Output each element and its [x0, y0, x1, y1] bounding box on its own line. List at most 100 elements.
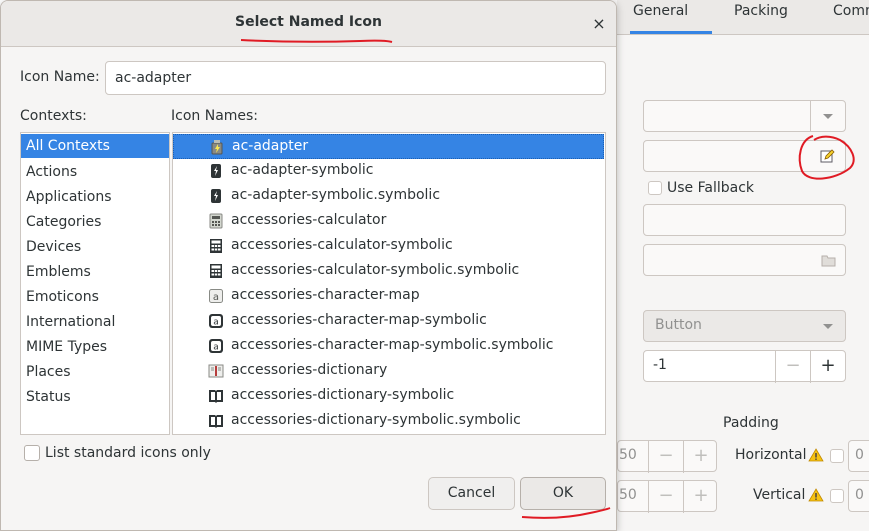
use-fallback-label: Use Fallback [667, 180, 755, 196]
context-item[interactable]: International [21, 310, 169, 334]
icon-list-row[interactable]: accessories-dictionary [173, 359, 604, 384]
padding-bottom-spin[interactable]: 50 − + [617, 480, 718, 513]
calculator-symbolic-icon [208, 263, 224, 279]
icon-name-input[interactable]: ac-adapter [105, 61, 606, 95]
dialog-title: Select Named Icon [235, 14, 382, 30]
icon-name-text: ac-adapter-symbolic.symbolic [231, 187, 441, 203]
horizontal-spin[interactable]: 0 [848, 440, 869, 472]
close-button[interactable]: × [587, 13, 611, 35]
ok-button[interactable]: OK [520, 477, 606, 510]
tab-general[interactable]: General [633, 3, 688, 19]
cancel-button[interactable]: Cancel [428, 477, 515, 510]
dictionary-symbolic-icon [208, 388, 224, 404]
select-named-icon-dialog: Select Named Icon × Icon Name: ac-adapte… [0, 0, 617, 531]
character-map-symbolic-icon: a [208, 338, 224, 354]
padding-top-value: 50 [619, 447, 637, 463]
button-type-value: Button [655, 317, 702, 333]
plus-button[interactable]: + [683, 441, 718, 473]
spin-value: -1 [653, 357, 667, 373]
warning-icon [808, 488, 824, 502]
context-item[interactable]: Actions [21, 160, 169, 184]
plus-button[interactable]: + [683, 481, 718, 513]
tab-common[interactable]: Comm [833, 3, 869, 19]
battery-symbolic-icon [208, 188, 224, 204]
icon-list-row[interactable]: accessories-calculator-symbolic [173, 234, 604, 259]
icon-name-text: ac-adapter [232, 138, 309, 154]
context-item[interactable]: Applications [21, 185, 169, 209]
calculator-icon [208, 213, 224, 229]
icon-name-text: accessories-calculator-symbolic.symbolic [231, 262, 520, 278]
warning-icon [808, 448, 824, 462]
context-item[interactable]: Emblems [21, 260, 169, 284]
ac-adapter-icon [209, 139, 225, 155]
icon-list-row[interactable]: a accessories-character-map [173, 284, 604, 309]
character-map-symbolic-icon: a [208, 313, 224, 329]
icon-list-row[interactable]: a accessories-character-map-symbolic [173, 309, 604, 334]
icon-name-text: accessories-calculator-symbolic [231, 237, 453, 253]
icon-name-text: ac-adapter-symbolic [231, 162, 374, 178]
folder-icon[interactable] [821, 254, 836, 267]
context-item[interactable]: Devices [21, 235, 169, 259]
calculator-symbolic-icon [208, 238, 224, 254]
edit-icon[interactable] [820, 148, 836, 164]
icon-names-label: Icon Names: [171, 108, 259, 124]
icon-name-text: accessories-character-map-symbolic [231, 312, 487, 328]
background-tab-bar: General Packing Comm [617, 0, 869, 35]
context-item[interactable]: Emoticons [21, 285, 169, 309]
vertical-checkbox[interactable] [830, 489, 844, 503]
horizontal-checkbox[interactable] [830, 449, 844, 463]
context-item[interactable]: Categories [21, 210, 169, 234]
icon-list-row[interactable]: accessories-dictionary-symbolic.symbolic [173, 409, 604, 434]
contexts-label: Contexts: [20, 108, 87, 124]
padding-label: Padding [723, 415, 779, 431]
icon-name-text: accessories-calculator [231, 212, 387, 228]
icon-name-text: accessories-character-map-symbolic.symbo… [231, 337, 554, 353]
battery-symbolic-icon [208, 163, 224, 179]
icon-list-row[interactable]: ac-adapter-symbolic [173, 159, 604, 184]
padding-bottom-value: 50 [619, 487, 637, 503]
plus-button[interactable]: + [810, 351, 845, 383]
list-standard-icons-checkbox[interactable] [24, 445, 40, 461]
combo-divider [810, 101, 811, 131]
icon-list-row[interactable]: a accessories-character-map-symbolic.symb… [173, 334, 604, 359]
background-text-field[interactable] [643, 204, 846, 236]
dialog-titlebar: Select Named Icon × [1, 1, 616, 47]
dictionary-symbolic-icon [208, 413, 224, 429]
minus-button[interactable]: − [775, 351, 810, 383]
minus-button[interactable]: − [648, 481, 683, 513]
list-standard-icons-label: List standard icons only [45, 445, 211, 461]
chevron-down-icon [823, 114, 833, 119]
icon-names-list[interactable]: ac-adapter ac-adapter-symbolic ac-adapter-… [172, 132, 606, 435]
context-item[interactable]: MIME Types [21, 335, 169, 359]
active-tab-indicator [630, 31, 712, 34]
svg-text:a: a [213, 292, 219, 303]
contexts-list[interactable]: All Contexts Actions Applications Categorie… [20, 132, 170, 435]
icon-list-row[interactable]: accessories-calculator [173, 209, 604, 234]
horizontal-label: Horizontal [735, 447, 807, 463]
context-item[interactable]: All Contexts [21, 134, 169, 158]
tab-packing[interactable]: Packing [734, 3, 788, 19]
background-combo[interactable] [643, 100, 846, 132]
icon-list-row[interactable]: ac-adapter [173, 134, 604, 159]
icon-name-text: accessories-character-map [231, 287, 420, 303]
context-item[interactable]: Places [21, 360, 169, 384]
context-item[interactable]: Status [21, 385, 169, 409]
icon-name-text: accessories-dictionary-symbolic.symbolic [231, 412, 521, 428]
padding-top-spin[interactable]: 50 − + [617, 440, 718, 473]
character-map-icon: a [208, 288, 224, 304]
background-file-field[interactable] [643, 244, 846, 276]
vertical-spin[interactable]: 0 [848, 480, 869, 512]
minus-button[interactable]: − [648, 441, 683, 473]
use-fallback-checkbox[interactable] [648, 181, 662, 195]
icon-name-label: Icon Name: [20, 69, 100, 85]
chevron-down-icon [823, 324, 833, 329]
icon-name-text: accessories-dictionary-symbolic [231, 387, 455, 403]
icon-list-row[interactable]: accessories-calculator-symbolic.symbolic [173, 259, 604, 284]
icon-list-row[interactable]: ac-adapter-symbolic.symbolic [173, 184, 604, 209]
icon-list-row[interactable]: accessories-dictionary-symbolic [173, 384, 604, 409]
icon-name-field[interactable] [643, 140, 846, 172]
spin-field[interactable]: -1 − + [643, 350, 846, 383]
button-type-combo[interactable]: Button [643, 310, 846, 342]
vertical-label: Vertical [753, 487, 806, 503]
icon-name-text: accessories-dictionary [231, 362, 388, 378]
